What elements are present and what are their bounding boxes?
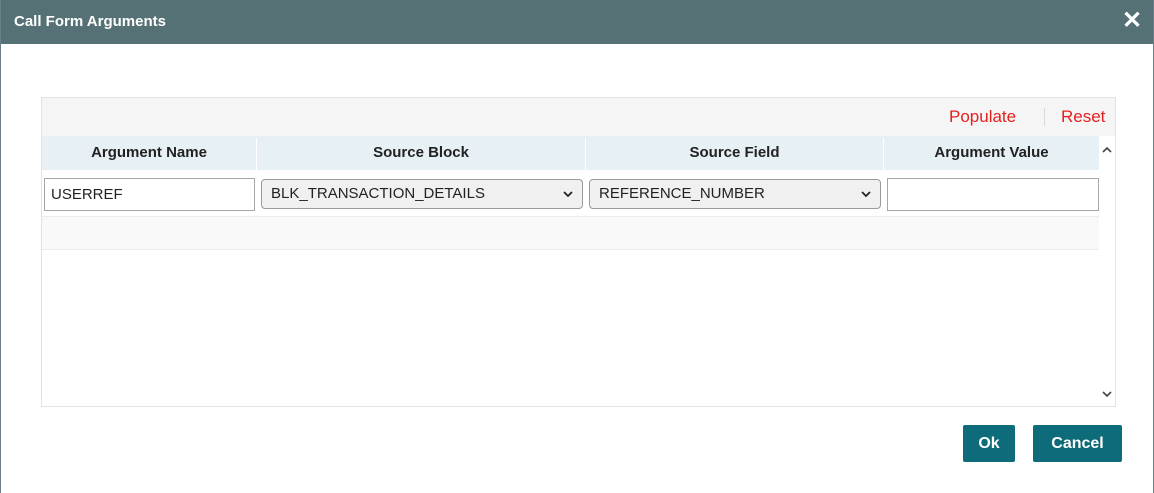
table-row-empty bbox=[42, 216, 1099, 250]
grid-scrollbar[interactable] bbox=[1099, 136, 1115, 406]
argument-value-input[interactable] bbox=[887, 178, 1099, 211]
dialog-titlebar: Call Form Arguments ✕ bbox=[1, 0, 1153, 44]
source-block-select[interactable]: BLK_TRANSACTION_DETAILS bbox=[261, 179, 583, 209]
toolbar-divider bbox=[1044, 108, 1045, 126]
source-block-value: BLK_TRANSACTION_DETAILS bbox=[271, 185, 485, 202]
dialog-title: Call Form Arguments bbox=[14, 13, 166, 30]
argument-name-input[interactable]: USERREF bbox=[44, 178, 255, 211]
grid-toolbar: Populate Reset bbox=[42, 98, 1115, 136]
column-header-source-field[interactable]: Source Field bbox=[586, 136, 883, 170]
populate-button[interactable]: Populate bbox=[949, 107, 1016, 127]
reset-button[interactable]: Reset bbox=[1061, 107, 1105, 127]
column-header-source-block[interactable]: Source Block bbox=[257, 136, 585, 170]
chevron-down-icon bbox=[861, 191, 871, 198]
chevron-up-icon[interactable] bbox=[1101, 144, 1113, 156]
table-row: USERREF BLK_TRANSACTION_DETAILS REFERENC… bbox=[42, 170, 1099, 216]
column-header-argument-value[interactable]: Argument Value bbox=[884, 136, 1099, 170]
call-form-arguments-dialog: Call Form Arguments ✕ Populate Reset Arg… bbox=[0, 0, 1154, 493]
grid-header: Argument Name Source Block Source Field … bbox=[42, 136, 1099, 170]
arguments-grid-panel: Populate Reset Argument Name Source Bloc… bbox=[41, 97, 1116, 407]
column-header-argument-name[interactable]: Argument Name bbox=[42, 136, 256, 170]
chevron-down-icon[interactable] bbox=[1101, 388, 1113, 400]
source-field-value: REFERENCE_NUMBER bbox=[599, 185, 765, 202]
ok-button[interactable]: Ok bbox=[963, 425, 1015, 462]
source-field-select[interactable]: REFERENCE_NUMBER bbox=[589, 179, 881, 209]
cancel-button[interactable]: Cancel bbox=[1033, 425, 1122, 462]
chevron-down-icon bbox=[563, 191, 573, 198]
close-icon[interactable]: ✕ bbox=[1119, 6, 1145, 36]
